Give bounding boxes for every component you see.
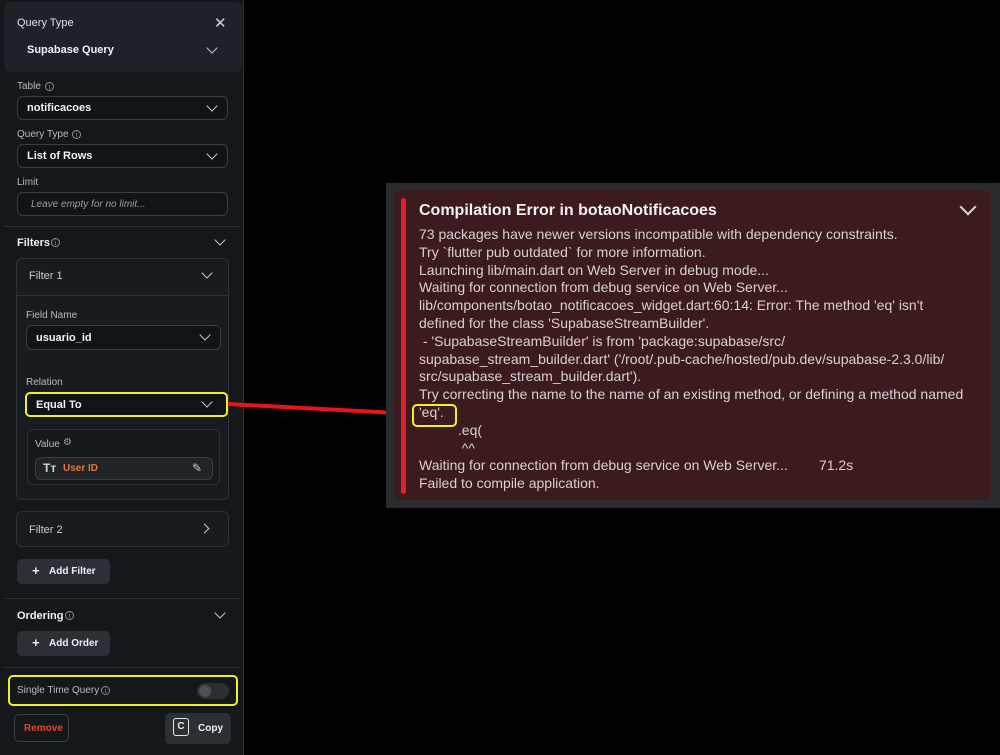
error-log-line: Try `flutter pub outdated` for more info… xyxy=(419,243,706,260)
error-log-line: supabase_stream_builder.dart' ('/root/.p… xyxy=(419,350,945,367)
error-log-line: defined for the class 'SupabaseStreamBui… xyxy=(419,314,710,331)
error-log-line: 73 packages have newer versions incompat… xyxy=(419,226,898,242)
error-accent-bar xyxy=(401,198,406,494)
error-title: Compilation Error in botaoNotificacoes xyxy=(419,202,717,219)
error-log-line: Try correcting the name to the name of a… xyxy=(419,386,964,403)
error-log-line: Waiting for connection from debug servic… xyxy=(419,457,854,474)
error-log-line: 'eq'. xyxy=(419,403,444,420)
eq-highlight-box xyxy=(412,404,457,427)
error-log-line: ^^ xyxy=(419,439,475,456)
error-log-line: src/supabase_stream_builder.dart'). xyxy=(419,368,642,385)
error-log-line: lib/components/botao_notificacoes_widget… xyxy=(419,297,924,314)
error-log-line: .eq( xyxy=(419,421,483,438)
arrow-line xyxy=(227,402,396,415)
error-log-line: Failed to compile application. xyxy=(419,475,600,492)
error-log-line: Launching lib/main.dart on Web Server in… xyxy=(419,261,769,278)
error-log: 73 packages have newer versions incompat… xyxy=(419,226,989,493)
error-log-line: - 'SupabaseStreamBuilder' is from 'packa… xyxy=(419,332,785,349)
error-log-line: Waiting for connection from debug servic… xyxy=(419,279,788,296)
